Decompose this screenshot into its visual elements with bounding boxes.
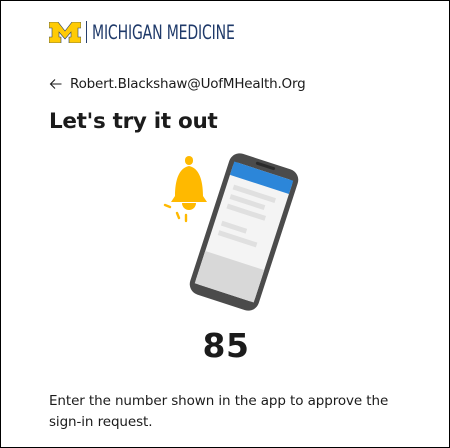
logo-divider bbox=[86, 21, 87, 43]
sign-in-card: MICHIGAN MEDICINE Robert.Blackshaw@UofMH… bbox=[0, 0, 450, 448]
logo-text: MICHIGAN MEDICINE bbox=[92, 20, 235, 44]
bell-icon bbox=[163, 156, 207, 223]
authenticator-illustration bbox=[163, 153, 299, 311]
page-title: Let's try it out bbox=[49, 109, 218, 134]
michigan-medicine-logo: MICHIGAN MEDICINE bbox=[49, 20, 270, 44]
instruction-text: Enter the number shown in the app to app… bbox=[49, 393, 389, 430]
account-back-row[interactable]: Robert.Blackshaw@UofMHealth.Org bbox=[49, 76, 306, 92]
phone-icon bbox=[189, 153, 299, 311]
account-email: Robert.Blackshaw@UofMHealth.Org bbox=[70, 76, 306, 92]
back-arrow-icon[interactable] bbox=[49, 78, 62, 90]
verification-number: 85 bbox=[202, 326, 250, 365]
block-m-icon bbox=[49, 21, 81, 43]
